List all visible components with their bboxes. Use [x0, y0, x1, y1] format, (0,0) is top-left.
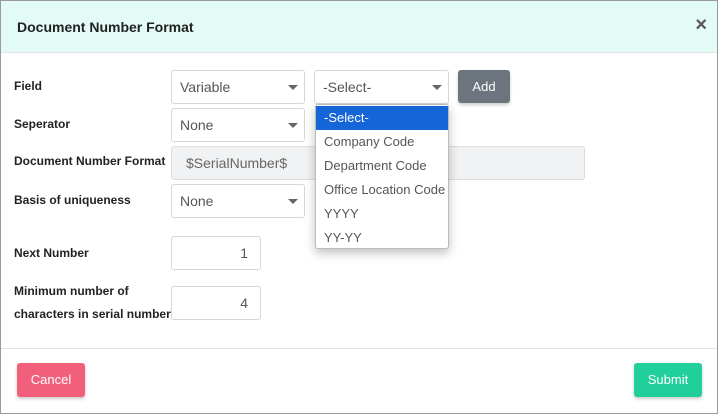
chevron-down-icon: [288, 85, 298, 90]
dropdown-option[interactable]: YYYY: [316, 202, 448, 226]
cancel-button[interactable]: Cancel: [17, 363, 85, 397]
dropdown-option[interactable]: YY-YY: [316, 226, 448, 248]
dropdown-option[interactable]: Company Code: [316, 130, 448, 154]
chevron-down-icon: [432, 85, 442, 90]
field-type-value: Variable: [180, 79, 231, 95]
modal-header: Document Number Format ×: [1, 1, 717, 53]
basis-uniqueness-label: Basis of uniqueness: [14, 193, 131, 207]
min-chars-label-line2: characters in serial number: [14, 307, 171, 321]
dropdown-option[interactable]: Office Location Code: [316, 178, 448, 202]
chevron-down-icon: [288, 199, 298, 204]
close-icon[interactable]: ×: [695, 15, 707, 35]
separator-label: Seperator: [14, 117, 71, 131]
field-type-select[interactable]: Variable: [171, 70, 305, 104]
doc-number-format-label: Document Number Format: [14, 154, 166, 168]
next-number-label: Next Number: [14, 246, 89, 260]
add-button[interactable]: Add: [458, 70, 510, 103]
min-chars-input[interactable]: 4: [171, 286, 261, 320]
modal-title: Document Number Format: [17, 19, 194, 35]
separator-select[interactable]: None: [171, 108, 305, 142]
dropdown-option[interactable]: -Select-: [316, 106, 448, 130]
field-label: Field: [14, 79, 43, 93]
basis-uniqueness-value: None: [180, 193, 214, 209]
footer-divider: [1, 348, 717, 349]
min-chars-label-line1: Minimum number of: [14, 284, 129, 298]
next-number-input[interactable]: 1: [171, 236, 261, 270]
separator-value: None: [180, 117, 214, 133]
chevron-down-icon: [288, 123, 298, 128]
field-variable-select[interactable]: -Select-: [314, 70, 449, 104]
basis-uniqueness-select[interactable]: None: [171, 184, 305, 218]
field-variable-dropdown: -Select- Company Code Department Code Of…: [315, 104, 449, 249]
submit-button[interactable]: Submit: [634, 363, 702, 397]
field-variable-value: -Select-: [323, 79, 372, 95]
dropdown-option[interactable]: Department Code: [316, 154, 448, 178]
document-number-format-modal: Document Number Format × Field Variable …: [0, 0, 718, 414]
